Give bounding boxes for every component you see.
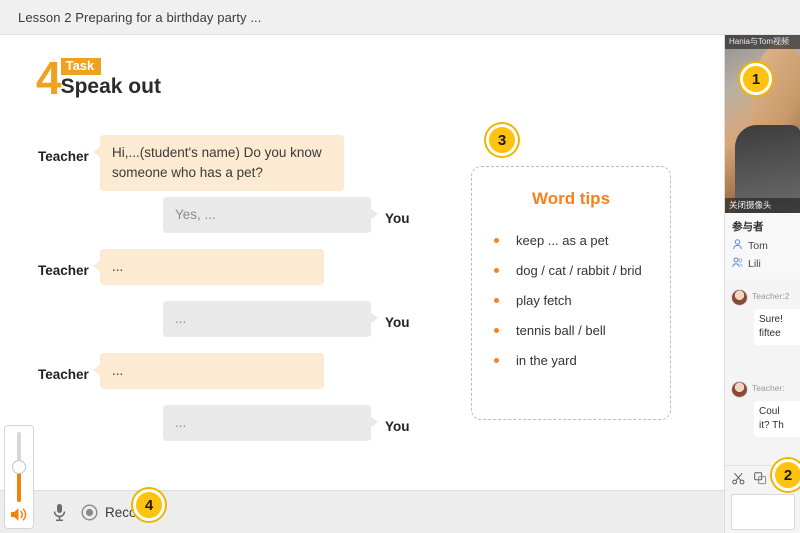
chat-sender-name: Teacher:2 [752,291,789,301]
lesson-title: Lesson 2 Preparing for a birthday party … [0,10,262,25]
word-tips-list: keep ... as a pet dog / cat / rabbit / b… [472,233,670,369]
you-bubble[interactable]: Yes, ... [163,197,371,233]
chat-line: Sure! [759,313,800,327]
people-icon [732,257,743,271]
participants-title: 参与者 [732,219,794,234]
video-tile[interactable]: Hania与Tom视频 关闭摄像头 [725,35,800,213]
speaker-label: Teacher [38,263,89,278]
dialogue-row: You ... [0,405,460,457]
list-item: keep ... as a pet [494,233,670,249]
slide-content: 4 Task Speak out Teacher Hi,...(student'… [0,35,724,490]
speaker-label: Teacher [38,149,89,164]
chat-message: Teacher:2 Sure! fiftee [725,285,800,349]
chat-bubble: Coul it? Th [754,401,800,437]
list-item: in the yard [494,353,670,369]
badge-three: 3 [486,124,518,156]
word-tips-title: Word tips [472,189,670,209]
volume-knob[interactable] [12,460,26,474]
emoji-icon[interactable] [754,472,767,490]
speaker-label: Teacher [38,367,89,382]
list-item[interactable]: Tom [732,239,794,253]
chat-panel: Teacher:2 Sure! fiftee Teacher: Coul it?… [725,279,800,441]
top-bar: Lesson 2 Preparing for a birthday party … [0,0,800,35]
person-icon [732,239,743,253]
teacher-bubble: ... [100,249,324,285]
chat-line: it? Th [759,419,800,433]
chat-bubble: Sure! fiftee [754,309,800,345]
dialogue-row: You Yes, ... [0,197,460,249]
task-chip-label: Task [61,58,102,75]
task-number: 4 [36,58,60,98]
volume-slider-popup[interactable] [4,425,34,529]
video-title: Hania与Tom视频 [725,35,800,49]
close-camera-label[interactable]: 关闭摄像头 [725,198,800,213]
speaker-label: You [385,211,410,226]
speaker-label: You [385,419,410,434]
you-bubble[interactable]: ... [163,301,371,337]
list-item: dog / cat / rabbit / brid [494,263,670,279]
chat-line: Coul [759,405,800,419]
participants-panel: 参与者 Tom [725,213,800,279]
microphone-icon[interactable] [52,503,67,522]
scissors-icon[interactable] [732,472,745,490]
teacher-bubble: ... [100,353,324,389]
speaker-label: You [385,315,410,330]
list-item: tennis ball / bell [494,323,670,339]
bottom-toolbar: Record [0,490,724,533]
volume-track[interactable] [17,432,21,502]
teacher-bubble: Hi,...(student's name) Do you know someo… [100,135,344,191]
avatar [731,289,748,306]
participant-name: Tom [748,240,768,252]
chat-header: Teacher: [731,381,800,398]
list-item: play fetch [494,293,670,309]
chat-message: Teacher: Coul it? Th [725,377,800,441]
dialogue-row: You ... [0,301,460,353]
participant-name: Lili [748,258,761,270]
chat-header: Teacher:2 [731,289,800,306]
chat-input[interactable] [731,494,795,530]
word-tips-card: Word tips keep ... as a pet dog / cat / … [471,166,671,420]
dialogue-row: Teacher ... [0,353,460,405]
badge-two: 2 [772,459,800,491]
dialogue-row: Teacher Hi,...(student's name) Do you kn… [0,135,460,197]
dialogue-row: Teacher ... [0,249,460,301]
dialogue-list: Teacher Hi,...(student's name) Do you kn… [0,135,460,457]
chat-line: fiftee [759,327,800,341]
app-root: Lesson 2 Preparing for a birthday party … [0,0,800,533]
badge-four: 4 [133,489,165,521]
chat-sender-name: Teacher: [752,383,785,393]
task-header: 4 Task Speak out [36,57,161,98]
list-item[interactable]: Lili [732,257,794,271]
speaker-volume-icon[interactable] [9,506,29,528]
badge-one: 1 [740,63,772,95]
you-bubble[interactable]: ... [163,405,371,441]
task-title: Speak out [61,76,161,98]
avatar [731,381,748,398]
volume-fill [17,470,21,502]
